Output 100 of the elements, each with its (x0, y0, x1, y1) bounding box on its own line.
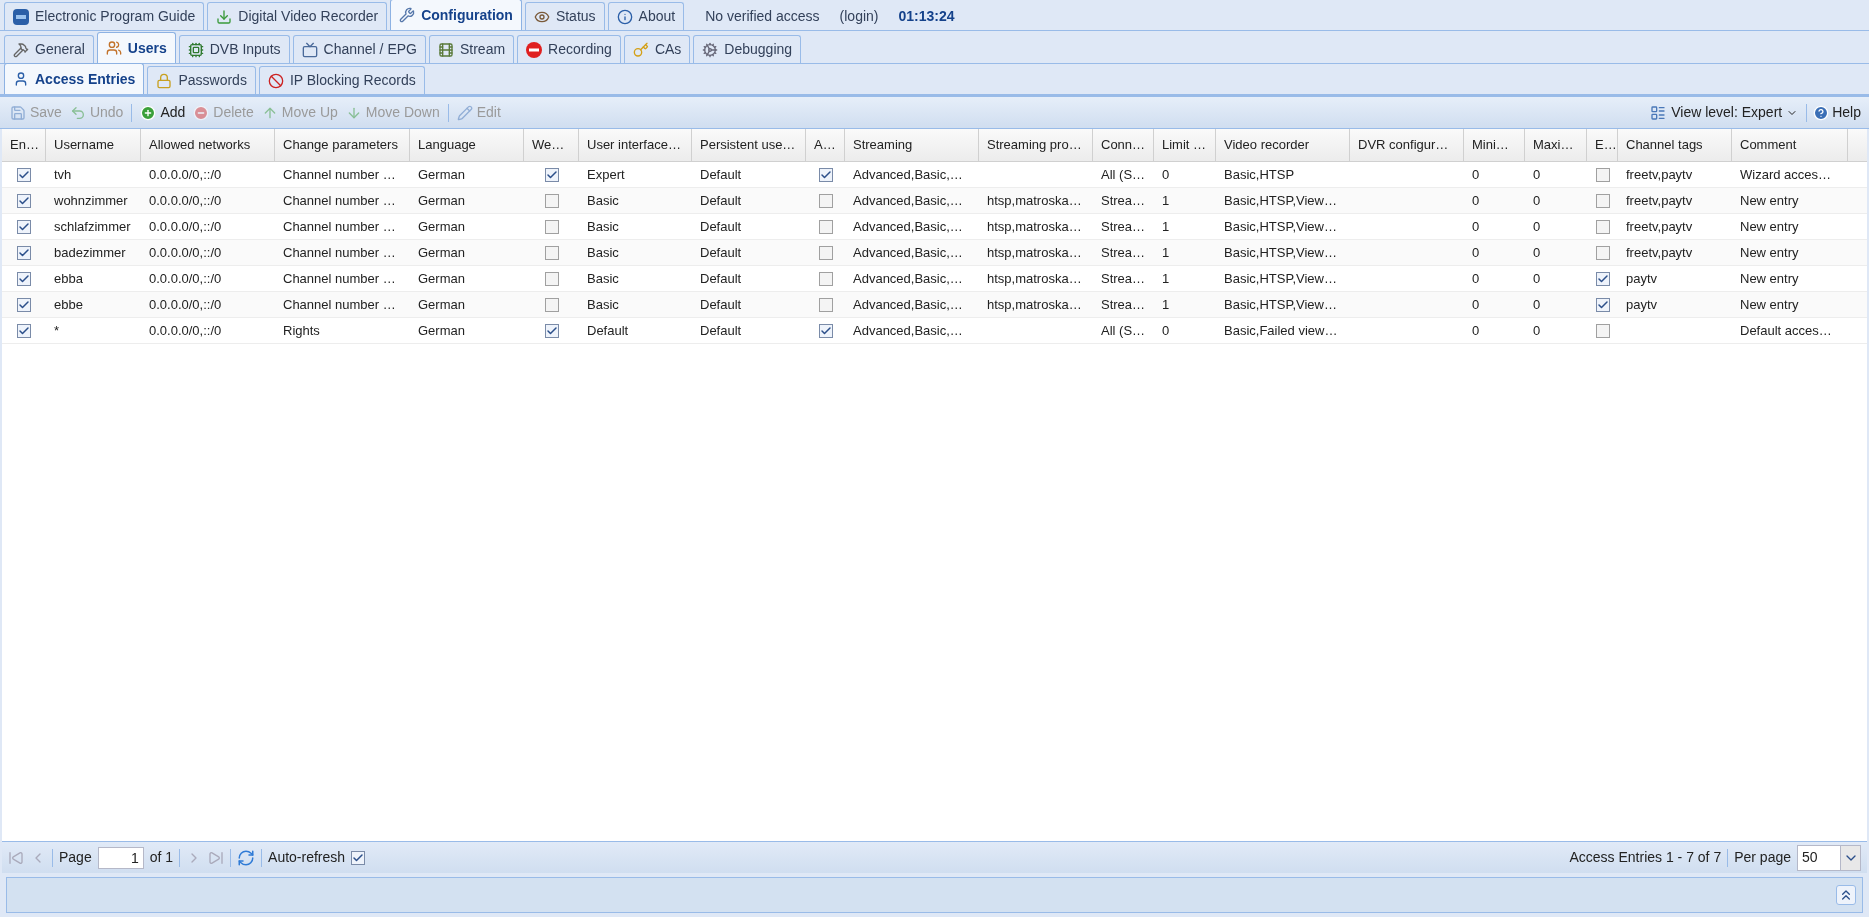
expand-button[interactable] (1836, 885, 1856, 905)
tab[interactable]: Electronic Program Guide (4, 2, 205, 30)
tab[interactable]: General (4, 35, 94, 63)
table-cell-text: Default acces… (1740, 321, 1832, 340)
checkbox[interactable] (1595, 167, 1610, 182)
column-header[interactable]: Streaming (845, 129, 979, 161)
tab[interactable]: Users (96, 32, 176, 63)
checkbox[interactable] (351, 850, 366, 865)
table-cell-text: htsp,matroska… (987, 243, 1082, 262)
tab[interactable]: Passwords (147, 66, 256, 94)
checkbox[interactable] (17, 245, 31, 260)
checkbox[interactable] (1595, 271, 1610, 286)
help-button[interactable]: Help (1811, 100, 1863, 125)
column-header[interactable]: Mini… (1464, 129, 1525, 161)
column-header[interactable]: Change parameters (275, 129, 410, 161)
tab[interactable]: About (607, 2, 685, 30)
toolbar-button[interactable]: Add (136, 100, 190, 125)
table-cell-text: tvh (54, 165, 72, 184)
column-header[interactable]: Video recorder (1216, 129, 1350, 161)
column-header[interactable]: Allowed networks (141, 129, 275, 161)
table-cell-text: 0 (1533, 243, 1541, 262)
table-cell-text: All (S… (1101, 321, 1146, 340)
tab[interactable]: Status (524, 2, 605, 30)
checkbox[interactable] (544, 167, 559, 182)
table-cell-text: freetv,paytv (1626, 165, 1693, 184)
delete-icon (193, 104, 210, 121)
tools-icon (13, 41, 29, 58)
column-header[interactable]: We… (524, 129, 579, 161)
column-header[interactable]: User interface… (579, 129, 692, 161)
table-cell-text: Advanced,Basic,… (853, 191, 963, 210)
view-level-button[interactable]: View level: Expert (1645, 100, 1803, 125)
film-icon (437, 41, 454, 58)
tab[interactable]: Channel / EPG (292, 35, 426, 63)
refresh-icon[interactable] (237, 848, 256, 867)
table-cell-text: Channel number … (283, 243, 396, 262)
checkbox[interactable] (1595, 297, 1610, 312)
tab[interactable]: DVB Inputs (178, 35, 290, 63)
checkbox[interactable] (17, 193, 31, 208)
column-header[interactable]: A… (806, 129, 845, 161)
checkbox[interactable] (544, 193, 559, 208)
table-cell-text: Advanced,Basic,… (853, 165, 963, 184)
column-header[interactable]: Language (410, 129, 524, 161)
tab[interactable]: Stream (428, 35, 515, 63)
checkbox[interactable] (544, 297, 559, 312)
column-header[interactable]: Comment (1732, 129, 1848, 161)
table-cell-text: New entry (1740, 295, 1799, 314)
first-page-icon[interactable] (8, 849, 24, 866)
tv-icon (301, 41, 318, 58)
tab[interactable]: CAs (623, 35, 691, 63)
table-cell-text: Strea… (1101, 217, 1146, 236)
table-cell-text: German (418, 321, 465, 340)
column-header[interactable]: DVR configur… (1350, 129, 1464, 161)
tab[interactable]: Digital Video Recorder (207, 2, 388, 30)
checkbox[interactable] (544, 323, 559, 338)
tab[interactable]: Configuration (390, 0, 522, 30)
table-cell-text: Advanced,Basic,… (853, 321, 963, 340)
checkbox[interactable] (17, 297, 31, 312)
last-page-icon[interactable] (208, 849, 225, 866)
checkbox[interactable] (544, 219, 559, 234)
checkbox[interactable] (1595, 245, 1610, 260)
checkbox[interactable] (544, 245, 559, 260)
table-cell-text: freetv,paytv (1626, 217, 1693, 236)
table-cell-text: 0 (1533, 191, 1541, 210)
tab[interactable]: Access Entries (4, 63, 145, 94)
column-header[interactable]: Limit … (1154, 129, 1216, 161)
table-cell-text: Basic,HTSP,View… (1224, 295, 1337, 314)
table-cell-text: 1 (1162, 243, 1170, 262)
checkbox[interactable] (818, 219, 833, 234)
column-header[interactable]: Maxi… (1525, 129, 1587, 161)
column-header[interactable]: Channel tags (1618, 129, 1732, 161)
checkbox[interactable] (1595, 219, 1610, 234)
login-link[interactable]: (login) (839, 5, 879, 27)
checkbox[interactable] (818, 271, 833, 286)
tab[interactable]: IP Blocking Records (258, 66, 425, 94)
tab[interactable]: Debugging (693, 35, 802, 63)
checkbox[interactable] (544, 271, 559, 286)
checkbox[interactable] (17, 219, 31, 234)
column-header[interactable]: En… (2, 129, 46, 161)
table-cell-text: Basic,HTSP,View… (1224, 243, 1337, 262)
column-header[interactable]: Username (46, 129, 141, 161)
checkbox[interactable] (1595, 193, 1610, 208)
checkbox[interactable] (1595, 323, 1610, 338)
checkbox[interactable] (818, 323, 833, 338)
column-header[interactable]: E… (1587, 129, 1618, 161)
per-page-select[interactable]: 50 (1797, 844, 1861, 871)
table-cell-text: Default (700, 191, 742, 210)
checkbox[interactable] (17, 271, 31, 286)
tab[interactable]: Recording (517, 35, 621, 63)
checkbox[interactable] (818, 167, 833, 182)
table-cell-text: Basic,HTSP (1224, 165, 1295, 184)
column-header[interactable]: Conn… (1093, 129, 1154, 161)
checkbox[interactable] (17, 167, 31, 182)
column-header[interactable]: Persistent use… (692, 129, 806, 161)
checkbox[interactable] (818, 297, 833, 312)
checkbox[interactable] (818, 245, 833, 260)
table-cell-text: badezimmer (54, 243, 126, 262)
checkbox[interactable] (17, 323, 31, 338)
column-header[interactable]: Streaming pro… (979, 129, 1093, 161)
page-field[interactable]: 1 (97, 846, 144, 869)
checkbox[interactable] (818, 193, 833, 208)
